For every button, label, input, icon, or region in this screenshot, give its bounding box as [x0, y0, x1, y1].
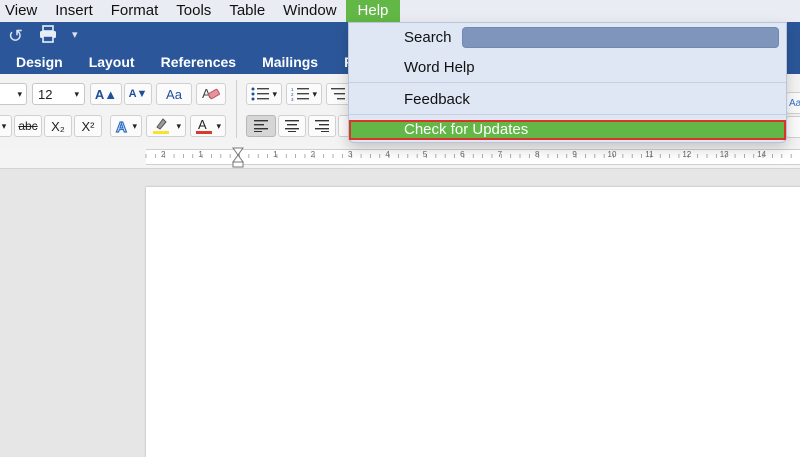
font-color-icon: A [196, 117, 212, 134]
ruler-tick-label: 7 [498, 150, 503, 159]
document-canvas [0, 169, 800, 457]
customize-toolbar-icon[interactable]: ▾ [72, 28, 78, 41]
ruler-tick-label: 2 [161, 150, 166, 159]
divider [236, 80, 237, 138]
check-for-updates-label: Check for Updates [404, 121, 529, 138]
menu-bar: View Insert Format Tools Table Window He… [0, 0, 800, 22]
tab-design[interactable]: Design [0, 50, 76, 74]
align-center-icon [285, 120, 299, 132]
numbered-list-icon: 123 [291, 87, 309, 101]
feedback-item[interactable]: Feedback [404, 91, 470, 108]
menu-help[interactable]: Help [345, 0, 401, 22]
grow-font-button[interactable]: A▲ [90, 83, 122, 105]
clear-formatting-button[interactable]: A [196, 83, 226, 105]
text-effects-button[interactable]: A ▾ [110, 115, 142, 137]
menu-window[interactable]: Window [274, 0, 345, 22]
chevron-down-icon: ▾ [74, 88, 79, 99]
numbering-button[interactable]: 1 2 3 ▾ [286, 83, 322, 105]
check-for-updates-item[interactable]: Check for Updates [349, 120, 786, 140]
align-left-button[interactable] [246, 115, 276, 137]
align-right-button[interactable] [308, 115, 336, 137]
ruler-tick-label: 9 [572, 150, 577, 159]
svg-text:A: A [198, 117, 207, 132]
ruler-tick-label: 8 [535, 150, 540, 159]
ruler-ticks: 2 1 1 2 3 4 5 6 7 8 9 10 11 12 13 14 [145, 150, 792, 159]
tab-layout[interactable]: Layout [76, 50, 148, 74]
shrink-font-button[interactable]: A▼ [124, 83, 152, 105]
font-size-dropdown[interactable]: 12 ▾ [32, 83, 85, 105]
menu-table[interactable]: Table [220, 0, 274, 22]
menu-view[interactable]: View [0, 0, 46, 22]
styles-gallery-row[interactable] [786, 116, 800, 138]
change-case-button[interactable]: Aa [156, 83, 192, 105]
bold-button[interactable]: ▾ [0, 115, 12, 137]
ruler-tick-label: 2 [311, 150, 316, 159]
align-right-icon [315, 120, 329, 132]
ruler-tick-label: 5 [423, 150, 428, 159]
svg-text:A: A [116, 119, 127, 134]
redo-icon[interactable]: ↺ [8, 26, 23, 47]
ruler-tick-label: 4 [385, 150, 390, 159]
ruler-tick-label: 10 [608, 150, 617, 159]
menu-divider [349, 114, 786, 115]
word-help-item[interactable]: Word Help [404, 59, 475, 76]
ruler-tick-label: 13 [720, 150, 729, 159]
eraser-icon: A [202, 86, 220, 101]
document-page[interactable] [146, 187, 800, 457]
multilevel-list-icon [331, 88, 345, 100]
horizontal-ruler: 2 1 1 2 3 4 5 6 7 8 9 10 11 12 13 14 [0, 146, 800, 169]
styles-gallery[interactable]: Aa [786, 92, 800, 114]
tab-references[interactable]: References [148, 50, 250, 74]
highlight-color-button[interactable]: ▾ [146, 115, 186, 137]
font-name-dropdown[interactable]: ▾ [0, 83, 27, 105]
align-center-button[interactable] [278, 115, 306, 137]
menu-tools[interactable]: Tools [167, 0, 220, 22]
menu-insert[interactable]: Insert [46, 0, 102, 22]
highlighter-icon [153, 118, 169, 134]
multilevel-list-button[interactable] [326, 83, 350, 105]
ruler-tick-label: 3 [348, 150, 353, 159]
bullets-button[interactable]: ▾ [246, 83, 282, 105]
ruler-tick-label: 1 [198, 150, 203, 159]
help-menu: Search Word Help Feedback Check for Upda… [348, 22, 787, 143]
menu-divider [349, 82, 786, 83]
ruler-tick-label: 12 [682, 150, 691, 159]
menu-format[interactable]: Format [102, 0, 168, 22]
help-search-label: Search [404, 29, 452, 46]
font-color-button[interactable]: A ▾ [190, 115, 226, 137]
indent-marker-icon[interactable] [231, 147, 245, 169]
ruler-tick-label: 11 [645, 150, 654, 159]
bullet-list-icon [251, 87, 269, 101]
subscript-button[interactable]: X₂ [44, 115, 72, 137]
align-left-icon [254, 120, 268, 132]
svg-text:3: 3 [291, 97, 294, 101]
ruler-tick-label: 14 [757, 150, 766, 159]
print-icon[interactable] [38, 25, 58, 48]
strikethrough-button[interactable]: abc [14, 115, 42, 137]
help-search-input[interactable] [462, 27, 779, 48]
superscript-button[interactable]: X² [74, 115, 102, 137]
ruler-tick-label: 1 [273, 150, 278, 159]
font-size-value: 12 [38, 86, 53, 102]
text-effects-icon: A [115, 118, 127, 134]
tab-mailings[interactable]: Mailings [249, 50, 331, 74]
ruler-tick-label: 6 [460, 150, 465, 159]
